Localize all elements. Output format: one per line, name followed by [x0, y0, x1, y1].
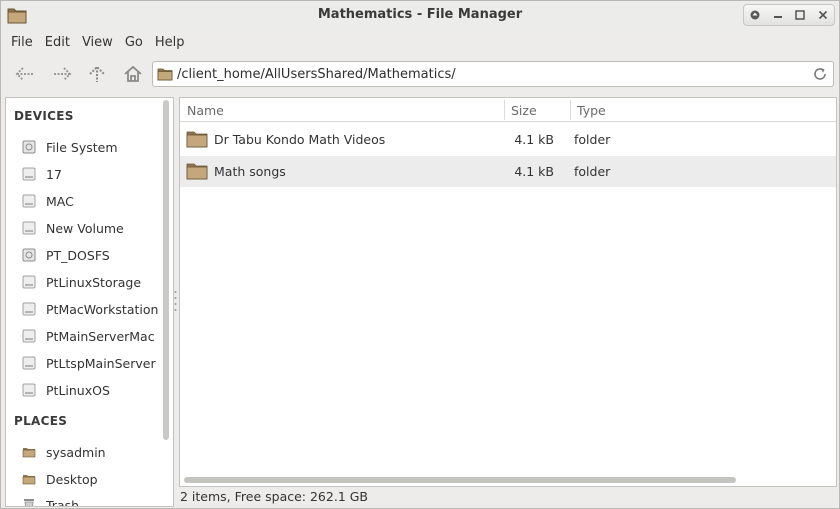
- forward-icon[interactable]: [47, 60, 77, 88]
- sidebar-item-ptltspmainserver[interactable]: PtLtspMainServer: [22, 353, 162, 373]
- sidebar-item-ptlinuxos[interactable]: PtLinuxOS: [22, 380, 162, 400]
- sidebar-item-label: PtLinuxOS: [46, 382, 110, 398]
- file-manager-window: Mathematics - File Manager File Edit Vie…: [0, 0, 840, 509]
- drive-icon: [22, 356, 36, 370]
- sidebar-item-label: 17: [46, 166, 62, 182]
- sidebar-item-ptlinuxstorage[interactable]: PtLinuxStorage: [22, 272, 162, 292]
- menu-help[interactable]: Help: [149, 35, 191, 50]
- sidebar-item-label: PtMainServerMac: [46, 328, 155, 344]
- drive-icon: [22, 140, 36, 154]
- reload-icon[interactable]: [812, 66, 828, 82]
- sidebar-item-new-volume[interactable]: New Volume: [22, 218, 162, 238]
- file-type: folder: [574, 132, 611, 147]
- drive-icon: [22, 302, 36, 316]
- drive-icon: [22, 248, 36, 262]
- sidebar-item-label: File System: [46, 139, 118, 155]
- minimize-icon[interactable]: [767, 5, 790, 25]
- parent-icon[interactable]: [82, 60, 112, 88]
- desktop-folder-icon: [22, 472, 36, 486]
- menu-file[interactable]: File: [5, 35, 39, 50]
- sidebar-item-ptmacworkstation[interactable]: PtMacWorkstation: [22, 299, 162, 319]
- devices-header: DEVICES: [14, 109, 74, 123]
- status-bar: 2 items, Free space: 262.1 GB: [180, 489, 369, 504]
- file-list: Name Size Type Dr Tabu Kondo Math Videos…: [179, 97, 837, 487]
- file-name: Math songs: [214, 164, 286, 179]
- sidebar-item-trash[interactable]: Trash: [22, 495, 162, 507]
- column-headers: Name Size Type: [180, 98, 836, 122]
- drive-icon: [22, 383, 36, 397]
- table-row[interactable]: Dr Tabu Kondo Math Videos 4.1 kB folder: [180, 124, 836, 155]
- drive-icon: [22, 167, 36, 181]
- sidebar-item-label: PtLinuxStorage: [46, 274, 142, 290]
- maximize-icon[interactable]: [789, 5, 812, 25]
- back-icon[interactable]: [10, 60, 40, 88]
- table-row[interactable]: Math songs 4.1 kB folder: [180, 156, 836, 187]
- sidebar-item-label: PT_DOSFS: [46, 247, 110, 263]
- file-name: Dr Tabu Kondo Math Videos: [214, 132, 386, 147]
- column-divider[interactable]: [504, 100, 505, 120]
- drive-icon: [22, 221, 36, 235]
- sidebar-item-label: PtLtspMainServer: [46, 355, 156, 371]
- drive-icon: [22, 194, 36, 208]
- window-title: Mathematics - File Manager: [317, 7, 523, 22]
- horizontal-scrollbar[interactable]: [184, 477, 736, 483]
- up-icon[interactable]: [744, 5, 767, 25]
- sidebar-item-sysadmin[interactable]: sysadmin: [22, 442, 162, 462]
- sidebar-item-file-system[interactable]: File System: [22, 137, 162, 157]
- sidebar-item-label: MAC: [46, 193, 74, 209]
- column-type-header[interactable]: Type: [577, 103, 606, 118]
- menu-edit[interactable]: Edit: [39, 35, 76, 50]
- folder-icon: [157, 67, 173, 81]
- location-bar[interactable]: /client_home/AllUsersShared/Mathematics/: [152, 61, 834, 87]
- sidebar-item-pt-dosfs[interactable]: PT_DOSFS: [22, 245, 162, 265]
- sidebar-item-mac[interactable]: MAC: [22, 191, 162, 211]
- home-icon[interactable]: [118, 60, 148, 88]
- side-pane: DEVICES File System 17 MAC New Volume PT…: [5, 97, 174, 507]
- sidebar-scrollbar[interactable]: [163, 100, 169, 440]
- column-size-header[interactable]: Size: [511, 103, 537, 118]
- sidebar-item-label: New Volume: [46, 220, 124, 236]
- pane-resize-handle[interactable]: [174, 289, 177, 315]
- trash-icon: [22, 498, 36, 506]
- sidebar-item-label: Desktop: [46, 471, 98, 487]
- close-icon[interactable]: [812, 5, 835, 25]
- location-path[interactable]: /client_home/AllUsersShared/Mathematics/: [177, 67, 456, 82]
- column-name-header[interactable]: Name: [187, 103, 224, 118]
- sidebar-item-ptmainservermac[interactable]: PtMainServerMac: [22, 326, 162, 346]
- title-bar[interactable]: Mathematics - File Manager: [1, 1, 839, 30]
- file-type: folder: [574, 164, 611, 179]
- drive-icon: [22, 329, 36, 343]
- sidebar-item-17[interactable]: 17: [22, 164, 162, 184]
- column-divider[interactable]: [570, 100, 571, 120]
- places-header: PLACES: [14, 414, 68, 428]
- file-size: 4.1 kB: [514, 164, 554, 179]
- folder-icon: [186, 130, 208, 148]
- sidebar-item-label: Trash: [46, 497, 80, 507]
- menu-view[interactable]: View: [76, 35, 119, 50]
- sidebar-item-desktop[interactable]: Desktop: [22, 469, 162, 489]
- home-folder-icon: [22, 445, 36, 459]
- menu-go[interactable]: Go: [119, 35, 149, 50]
- file-size: 4.1 kB: [514, 132, 554, 147]
- folder-icon: [186, 162, 208, 180]
- sidebar-item-label: sysadmin: [46, 444, 106, 460]
- menu-bar: File Edit View Go Help: [1, 30, 839, 54]
- drive-icon: [22, 275, 36, 289]
- window-controls: [743, 4, 835, 26]
- sidebar-item-label: PtMacWorkstation: [46, 301, 159, 317]
